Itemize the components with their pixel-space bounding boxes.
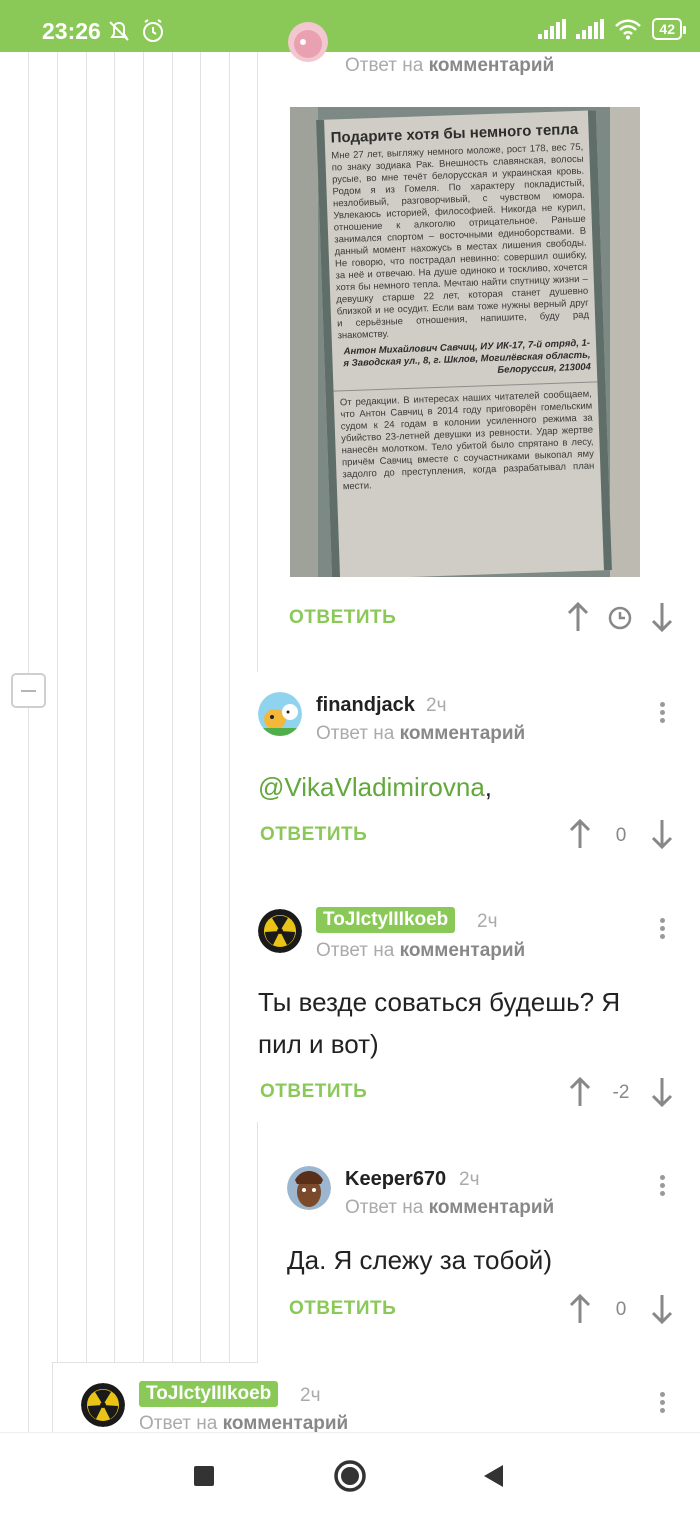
downvote-arrow-icon[interactable] (650, 818, 674, 850)
more-menu-icon[interactable] (657, 915, 667, 945)
username[interactable]: ToJIctyIIIkoeb (316, 907, 456, 933)
clock-icon (608, 606, 632, 630)
reply-prefix: Ответ на (345, 55, 424, 76)
comment-text-tail: , (484, 772, 493, 802)
avatar[interactable] (258, 909, 302, 953)
rating-value: -2 (612, 1082, 630, 1103)
downvote-arrow-icon[interactable] (650, 1076, 674, 1108)
reply-to-link[interactable]: Ответ на комментарий (316, 940, 525, 962)
reply-prefix: Ответ на (316, 723, 395, 744)
comment-text: @VikaVladimirovna, (258, 766, 492, 808)
reply-prefix: Ответ на (139, 1413, 218, 1434)
reply-prefix: Ответ на (316, 940, 395, 961)
newspaper-clipping: Подарите хотя бы немного тепла Мне 27 ле… (316, 110, 612, 577)
status-bar: 23:26 42 (0, 0, 700, 52)
upvote-arrow-icon[interactable] (568, 1076, 592, 1108)
rating-value: 0 (615, 825, 627, 846)
comment-text: Да. Я слежу за тобой) (287, 1245, 552, 1275)
mute-alarm-icons (109, 19, 163, 42)
signal-icon (538, 19, 567, 39)
reply-button[interactable]: ОТВЕТИТЬ (260, 824, 367, 846)
reply-target[interactable]: комментарий (429, 1197, 555, 1218)
wifi-icon (615, 19, 642, 40)
more-menu-icon[interactable] (657, 699, 667, 729)
status-left-icons (108, 19, 170, 48)
reply-prefix: Ответ на (345, 1197, 424, 1218)
avatar[interactable] (258, 692, 302, 736)
comment-time: 2ч (477, 911, 498, 932)
reply-target[interactable]: комментарий (400, 940, 526, 961)
comment-time: 2ч (459, 1169, 480, 1190)
collapse-thread-button[interactable] (11, 673, 46, 708)
username[interactable]: Keeper670 (345, 1168, 446, 1191)
comment-image[interactable]: Подарите хотя бы немного тепла Мне 27 ле… (290, 107, 640, 577)
upvote-arrow-icon[interactable] (568, 818, 592, 850)
upvote-arrow-icon[interactable] (568, 1293, 592, 1325)
signal-icon-2 (576, 19, 605, 39)
newspaper-body: Мне 27 лет, выгляжу немного моложе, рост… (331, 141, 590, 342)
newspaper-left-column (290, 107, 318, 577)
recent-apps-icon[interactable] (193, 1465, 215, 1487)
downvote-arrow-icon[interactable] (650, 601, 674, 633)
newspaper-editorial: От редакции. В интересах наших читателей… (333, 381, 602, 500)
comment-time: 2ч (426, 695, 447, 716)
reply-target[interactable]: комментарий (429, 55, 555, 76)
more-menu-icon[interactable] (657, 1389, 667, 1419)
username[interactable]: finandjack (316, 694, 415, 717)
reply-button[interactable]: ОТВЕТИТЬ (289, 607, 396, 629)
comment-text: Ты везде соваться будешь? Я пил и вот) (258, 987, 621, 1059)
reply-to-link[interactable]: Ответ на комментарий (345, 55, 554, 77)
newspaper-signature: Антон Михайлович Савчиц, ИУ ИК-17, 7-й о… (343, 337, 592, 376)
avatar[interactable] (288, 22, 328, 62)
mention-link[interactable]: @VikaVladimirovna (258, 772, 485, 802)
reply-button[interactable]: ОТВЕТИТЬ (260, 1081, 367, 1103)
comment-time: 2ч (300, 1385, 321, 1406)
system-nav-bar (0, 1432, 700, 1517)
newspaper-right-column (610, 107, 640, 577)
downvote-arrow-icon[interactable] (650, 1293, 674, 1325)
status-right-icons: 42 (538, 18, 686, 40)
avatar[interactable] (81, 1383, 125, 1427)
reply-to-link[interactable]: Ответ на комментарий (316, 723, 525, 745)
reply-button[interactable]: ОТВЕТИТЬ (289, 1298, 396, 1320)
reply-target[interactable]: комментарий (223, 1413, 349, 1434)
upvote-arrow-icon[interactable] (566, 601, 590, 633)
battery-icon: 42 (652, 18, 686, 40)
more-menu-icon[interactable] (657, 1172, 667, 1202)
home-icon[interactable] (333, 1459, 367, 1493)
avatar[interactable] (287, 1166, 331, 1210)
status-time: 23:26 (42, 18, 101, 44)
username[interactable]: ToJIctyIIIkoeb (139, 1381, 279, 1407)
reply-to-link[interactable]: Ответ на комментарий (345, 1197, 554, 1219)
reply-target[interactable]: комментарий (400, 723, 526, 744)
back-icon[interactable] (481, 1463, 505, 1489)
rating-value: 0 (615, 1299, 627, 1320)
